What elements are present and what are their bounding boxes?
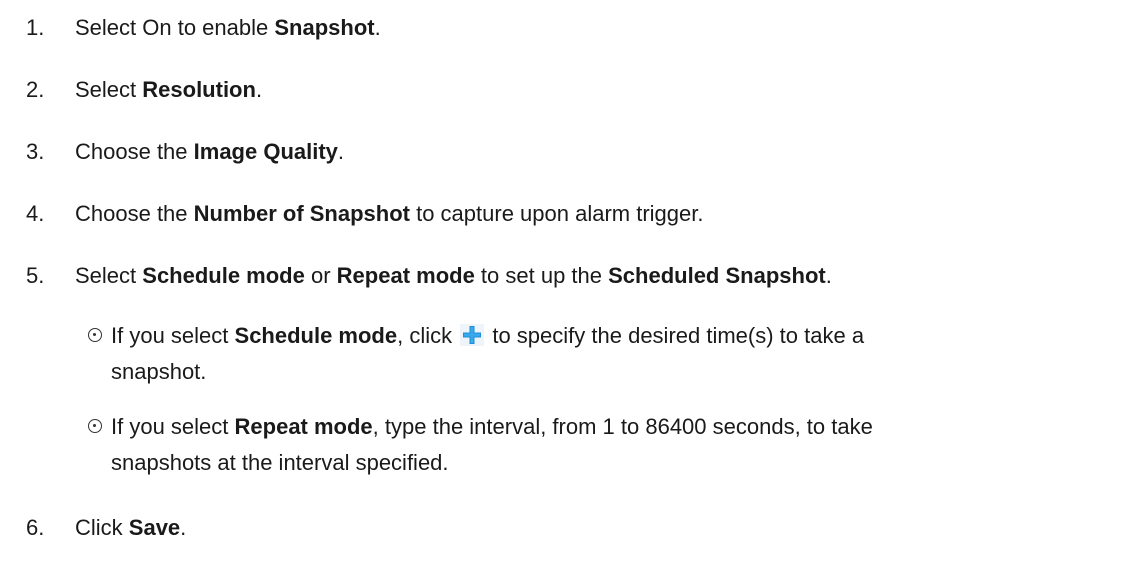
bullet-circle-icon xyxy=(88,419,102,433)
ui-term: Schedule mode xyxy=(234,323,398,348)
step-number: 2. xyxy=(26,77,45,102)
bullet-text: If you select Repeat mode, type the inte… xyxy=(111,414,873,439)
step-number: 1. xyxy=(26,15,45,40)
ui-term: Snapshot xyxy=(274,15,375,40)
bullet-text-continued: snapshot. xyxy=(111,359,207,384)
ui-term: Image Quality xyxy=(193,139,338,164)
plus-icon xyxy=(460,324,485,346)
step-text: Click Save. xyxy=(75,515,187,540)
step-text: Choose the Number of Snapshot to capture… xyxy=(75,201,704,226)
ui-term: Save xyxy=(128,515,181,540)
instruction-steps: 1. Select On to enable Snapshot. 2. Sele… xyxy=(0,0,1146,563)
bullet-text: If you select Schedule mode, click to sp… xyxy=(111,323,865,348)
step-text: Select Resolution. xyxy=(75,77,263,102)
bullet-text-continued: snapshots at the interval specified. xyxy=(111,450,449,475)
ui-term: Resolution xyxy=(142,77,256,102)
ui-term: Scheduled Snapshot xyxy=(608,263,826,288)
step-text: Select Schedule mode or Repeat mode to s… xyxy=(75,263,832,288)
step-number: 6. xyxy=(26,515,45,540)
step-text: Select On to enable Snapshot. xyxy=(75,15,381,40)
ui-term: Schedule mode xyxy=(142,263,305,288)
ui-term: Repeat mode xyxy=(234,414,373,439)
sub-bullet-schedule: If you select Schedule mode, click to sp… xyxy=(88,318,1138,390)
step-number: 5. xyxy=(26,263,45,288)
ui-term: Number of Snapshot xyxy=(193,201,410,226)
bullet-circle-icon xyxy=(88,328,102,342)
step-number: 3. xyxy=(26,139,45,164)
step-number: 4. xyxy=(26,201,45,226)
ui-term: Repeat mode xyxy=(336,263,475,288)
sub-bullet-repeat: If you select Repeat mode, type the inte… xyxy=(88,409,1138,481)
step-text: Choose the Image Quality. xyxy=(75,139,345,164)
